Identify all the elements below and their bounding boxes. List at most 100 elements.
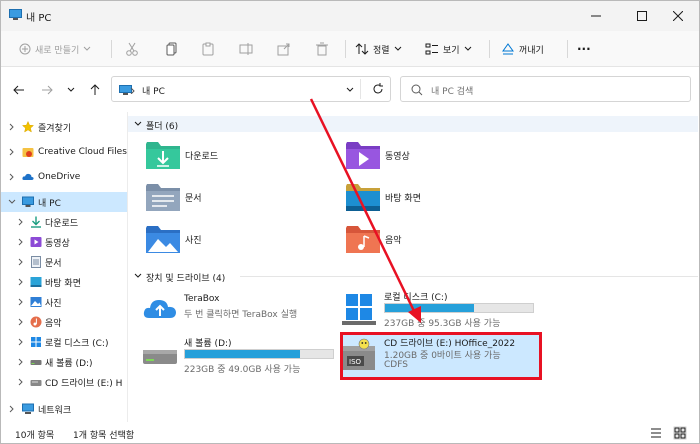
documents-folder-icon bbox=[146, 184, 180, 211]
chevron-right-icon[interactable] bbox=[17, 278, 25, 286]
close-icon bbox=[673, 11, 683, 21]
sidebar-item-label: 새 볼륨 (D:) bbox=[45, 358, 93, 369]
sort-button[interactable]: 정렬 bbox=[355, 40, 402, 58]
sidebar-item-label: CD 드라이브 (E:) H bbox=[45, 378, 123, 389]
address-bar[interactable]: 내 PC bbox=[111, 76, 391, 102]
sidebar-item-cd-drive-e[interactable]: CD 드라이브 (E:) H bbox=[1, 372, 127, 392]
cd-drive-icon bbox=[30, 380, 42, 386]
close-button[interactable] bbox=[655, 1, 699, 31]
sidebar-item-label: 동영상 bbox=[45, 238, 70, 249]
chevron-right-icon[interactable] bbox=[8, 148, 16, 156]
copy-button[interactable] bbox=[165, 40, 179, 58]
folders-group-header[interactable]: 폴더 (6) bbox=[128, 116, 698, 132]
sidebar-item-favorites[interactable]: 즐겨찾기 bbox=[1, 117, 127, 137]
separator bbox=[240, 276, 698, 277]
new-label: 새로 만들기 bbox=[35, 45, 80, 56]
chevron-right-icon[interactable] bbox=[8, 123, 16, 131]
navigation-pane: 즐겨찾기 Creative Cloud Files OneDrive 내 PC … bbox=[1, 112, 127, 422]
highlight-annotation-box bbox=[340, 332, 542, 380]
paste-button[interactable] bbox=[201, 40, 215, 58]
sidebar-item-downloads[interactable]: 다운로드 bbox=[1, 212, 127, 232]
sidebar-item-local-disk-c[interactable]: 로컬 디스크 (C:) bbox=[1, 332, 127, 352]
view-list-icon bbox=[425, 43, 438, 55]
details-view-button[interactable] bbox=[649, 426, 663, 440]
drive-icon bbox=[30, 360, 42, 365]
windows-drive-icon bbox=[342, 294, 376, 325]
share-button[interactable] bbox=[277, 40, 291, 58]
sidebar-item-label: 바탕 화면 bbox=[45, 278, 81, 289]
chevron-right-icon[interactable] bbox=[17, 298, 25, 306]
chevron-right-icon[interactable] bbox=[8, 405, 16, 413]
drive-name: TeraBox bbox=[184, 294, 220, 304]
folder-tile-videos[interactable]: 동영상 bbox=[345, 138, 545, 178]
sidebar-item-network[interactable]: 네트워크 bbox=[1, 399, 127, 419]
recent-locations-button[interactable] bbox=[61, 80, 81, 100]
new-button[interactable]: 새로 만들기 bbox=[19, 40, 91, 58]
delete-button[interactable] bbox=[315, 40, 329, 58]
drive-tile-volume-d[interactable]: 새 볼륨 (D:) 223GB 중 49.0GB 사용 가능 bbox=[142, 334, 342, 380]
folder-tile-pictures[interactable]: 사진 bbox=[145, 222, 345, 262]
sidebar-item-pictures[interactable]: 사진 bbox=[1, 292, 127, 312]
cut-button[interactable] bbox=[125, 40, 139, 58]
window-title: 내 PC bbox=[26, 13, 52, 24]
chevron-down-icon[interactable] bbox=[8, 198, 16, 206]
search-placeholder: 내 PC 검색 bbox=[431, 87, 474, 97]
cloud-icon bbox=[22, 173, 34, 180]
creative-cloud-icon bbox=[22, 148, 34, 157]
drive-tile-terabox[interactable]: TeraBox 두 번 클릭하면 TeraBox 실행 bbox=[142, 288, 342, 334]
scissors-icon bbox=[126, 42, 138, 56]
more-options-button[interactable]: ··· bbox=[577, 40, 591, 58]
back-button[interactable] bbox=[9, 80, 29, 100]
chevron-down-icon bbox=[394, 46, 401, 51]
chevron-down-icon[interactable] bbox=[134, 272, 142, 280]
drive-usage-fill bbox=[185, 350, 301, 358]
refresh-icon[interactable] bbox=[372, 83, 384, 95]
folder-name: 동영상 bbox=[385, 152, 410, 162]
chevron-down-icon[interactable] bbox=[346, 86, 354, 94]
sidebar-item-videos[interactable]: 동영상 bbox=[1, 232, 127, 252]
chevron-right-icon[interactable] bbox=[17, 358, 25, 366]
folder-tile-music[interactable]: 음악 bbox=[345, 222, 545, 262]
chevron-down-icon[interactable] bbox=[134, 120, 142, 128]
sidebar-item-documents[interactable]: 문서 bbox=[1, 252, 127, 272]
chevron-right-icon[interactable] bbox=[17, 258, 25, 266]
chevron-right-icon[interactable] bbox=[17, 238, 25, 246]
view-button[interactable]: 보기 bbox=[425, 40, 472, 58]
sidebar-item-desktop[interactable]: 바탕 화면 bbox=[1, 272, 127, 292]
folder-tile-desktop[interactable]: 바탕 화면 bbox=[345, 180, 545, 220]
drives-group-header[interactable]: 장치 및 드라이브 (4) bbox=[128, 268, 698, 284]
drive-usage-bar bbox=[384, 303, 534, 313]
minimize-button[interactable] bbox=[573, 1, 619, 31]
up-button[interactable] bbox=[85, 80, 105, 100]
eject-button[interactable]: 꺼내기 bbox=[501, 40, 544, 58]
drive-name: 새 볼륨 (D:) bbox=[184, 339, 232, 349]
music-folder-icon bbox=[346, 226, 380, 253]
video-icon bbox=[30, 237, 42, 247]
folder-tile-downloads[interactable]: 다운로드 bbox=[145, 138, 345, 178]
breadcrumb[interactable]: 내 PC bbox=[142, 84, 165, 97]
chevron-right-icon[interactable] bbox=[17, 218, 25, 226]
rename-button[interactable] bbox=[239, 40, 253, 58]
forward-button[interactable] bbox=[37, 80, 57, 100]
tiles-view-button[interactable] bbox=[673, 426, 687, 440]
drives-header-label: 장치 및 드라이브 (4) bbox=[146, 274, 226, 284]
folder-name: 다운로드 bbox=[185, 152, 219, 162]
chevron-right-icon[interactable] bbox=[17, 318, 25, 326]
sidebar-item-volume-d[interactable]: 새 볼륨 (D:) bbox=[1, 352, 127, 372]
search-box[interactable]: 내 PC 검색 bbox=[400, 76, 691, 102]
drive-tile-local-disk-c[interactable]: 로컬 디스크 (C:) 237GB 중 95.3GB 사용 가능 bbox=[342, 288, 542, 334]
sidebar-item-music[interactable]: 음악 bbox=[1, 312, 127, 332]
chevron-right-icon[interactable] bbox=[8, 173, 16, 181]
sort-label: 정렬 bbox=[373, 45, 390, 56]
separator bbox=[360, 79, 361, 99]
desktop-icon bbox=[30, 277, 42, 287]
network-icon bbox=[22, 403, 34, 414]
sidebar-item-this-pc[interactable]: 내 PC bbox=[1, 192, 127, 212]
sidebar-item-creative-cloud[interactable]: Creative Cloud Files bbox=[1, 142, 127, 162]
chevron-right-icon[interactable] bbox=[17, 338, 25, 346]
sidebar-item-onedrive[interactable]: OneDrive bbox=[1, 167, 127, 187]
chevron-right-icon[interactable] bbox=[17, 378, 25, 386]
chevron-down-icon bbox=[67, 87, 75, 92]
folders-header-label: 폴더 (6) bbox=[146, 122, 179, 132]
folder-tile-documents[interactable]: 문서 bbox=[145, 180, 345, 220]
